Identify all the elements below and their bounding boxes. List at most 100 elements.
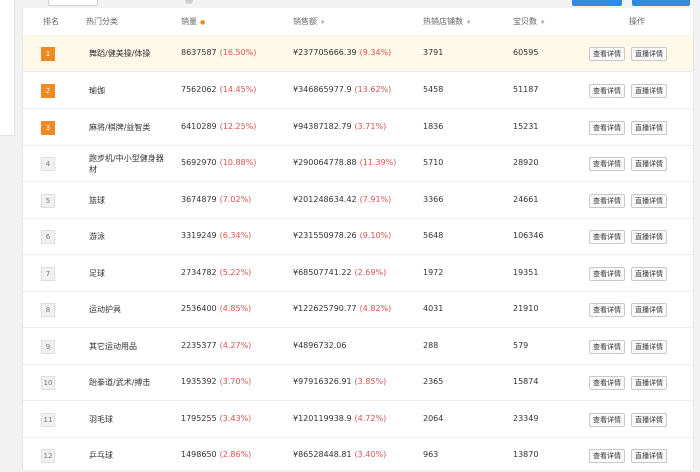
live-detail-button[interactable]: 直播详情 [631,340,667,354]
view-detail-button[interactable]: 查看详情 [589,449,625,463]
sales-percent: (4.27%) [219,341,252,350]
view-detail-button[interactable]: 查看详情 [589,267,625,281]
sort-active-icon[interactable]: ● [200,19,205,26]
sales-percent: (4.85%) [219,304,252,313]
header-items-label: 宝贝数 [513,17,537,26]
items-value: 23349 [513,414,539,423]
table-row: 10 跆拳道/武术/搏击 1935392 (3.70%) ¥97916326.91 (3.… [23,364,693,401]
table-row: 7 足球 2734782 (5.22%) ¥68507741.22 (2.69%) 1972… [23,255,693,292]
table-row: 9 其它运动用品 2235377 (4.27%) ¥4896732.06 288 579 查看… [23,328,693,365]
category-name: 麻将/棋牌/益智类 [89,123,151,132]
header-actions: 操作 [629,17,645,26]
revenue-percent: (13.62%) [354,85,392,94]
sales-percent: (14.45%) [219,85,257,94]
view-detail-button[interactable]: 查看详情 [589,413,625,427]
sales-cell: 7562062 (14.45%) [181,85,256,94]
revenue-cell: ¥97916326.91 (3.85%) [293,377,386,386]
header-revenue-label: 销售额 [293,17,317,26]
stores-value: 2365 [423,377,444,386]
view-detail-button[interactable]: 查看详情 [589,84,625,98]
sort-icon[interactable]: ♦ [466,19,471,26]
live-detail-button[interactable]: 直播详情 [631,376,667,390]
revenue-cell: ¥231550978.26 (9.10%) [293,231,391,240]
rank-badge: 7 [41,267,55,281]
sales-percent: (10.88%) [219,158,257,167]
revenue-value: ¥122625790.77 [293,304,357,313]
live-detail-button[interactable]: 直播详情 [631,194,667,208]
rank-badge: 3 [41,121,55,135]
category-name: 跆拳道/武术/搏击 [89,378,151,387]
revenue-cell: ¥86528448.81 (3.40%) [293,450,386,459]
sales-value: 1498650 [181,450,217,459]
items-value: 51187 [513,85,539,94]
revenue-percent: (3.40%) [354,450,387,459]
live-detail-button[interactable]: 直播详情 [631,230,667,244]
sales-cell: 3674879 (7.02%) [181,195,251,204]
revenue-value: ¥94387182.79 [293,122,352,131]
sales-percent: (16.50%) [219,48,257,57]
sales-value: 5692970 [181,158,217,167]
sort-icon[interactable]: ♦ [540,19,545,26]
top-select[interactable] [48,0,98,6]
header-revenue[interactable]: 销售额 ♦ [293,16,325,27]
category-name: 瑜伽 [89,86,105,95]
sales-value: 7562062 [181,85,217,94]
sales-percent: (6.34%) [219,231,252,240]
rank-badge: 9 [41,340,55,354]
header-stores[interactable]: 热销店铺数 ♦ [423,16,471,27]
rank-badge: 5 [41,194,55,208]
category-name: 其它运动用品 [89,342,137,351]
stores-value: 5458 [423,85,444,94]
category-name: 舞蹈/健美操/体操 [89,49,151,58]
view-detail-button[interactable]: 查看详情 [589,303,625,317]
revenue-value: ¥290064778.88 [293,158,357,167]
items-value: 28920 [513,158,539,167]
items-value: 13870 [513,450,539,459]
sales-cell: 3319249 (6.34%) [181,231,251,240]
revenue-cell: ¥237705666.39 (9.34%) [293,48,391,57]
header-stores-label: 热销店铺数 [423,17,463,26]
category-name: 足球 [89,269,105,278]
view-detail-button[interactable]: 查看详情 [589,340,625,354]
category-name: 游泳 [89,232,105,241]
header-sales[interactable]: 销量 ● [181,16,205,27]
header-sales-label: 销量 [181,17,197,26]
table-row: 3 麻将/棋牌/益智类 6410289 (12.25%) ¥94387182.79 (3.… [23,109,693,146]
live-detail-button[interactable]: 直播详情 [631,413,667,427]
live-detail-button[interactable]: 直播详情 [631,157,667,171]
table-row: 8 运动护具 2536400 (4.85%) ¥122625790.77 (4.82%) 4… [23,291,693,328]
sales-value: 3674879 [181,195,217,204]
sales-percent: (3.70%) [219,377,252,386]
view-detail-button[interactable]: 查看详情 [589,194,625,208]
sales-cell: 2536400 (4.85%) [181,304,251,313]
live-detail-button[interactable]: 直播详情 [631,303,667,317]
revenue-value: ¥97916326.91 [293,377,352,386]
items-value: 21910 [513,304,539,313]
table-row: 11 羽毛球 1795255 (3.43%) ¥120119938.9 (4.72%) 20… [23,401,693,438]
view-detail-button[interactable]: 查看详情 [589,157,625,171]
sales-cell: 8637587 (16.50%) [181,48,256,57]
header-rank: 排名 [43,17,59,26]
sort-icon[interactable]: ♦ [320,19,325,26]
items-value: 15874 [513,377,539,386]
header-items[interactable]: 宝贝数 ♦ [513,16,545,27]
revenue-cell: ¥4896732.06 [293,341,349,350]
stores-value: 3791 [423,48,444,57]
live-detail-button[interactable]: 直播详情 [631,449,667,463]
export-button[interactable] [572,0,622,6]
stores-value: 288 [423,341,439,350]
table-row: 12 乒乓球 1498650 (2.86%) ¥86528448.81 (3.40%) 96… [23,437,693,472]
view-detail-button[interactable]: 查看详情 [589,376,625,390]
sales-cell: 2734782 (5.22%) [181,268,251,277]
help-icon[interactable] [185,0,193,4]
sales-value: 2734782 [181,268,217,277]
view-detail-button[interactable]: 查看详情 [589,47,625,61]
view-detail-button[interactable]: 查看详情 [589,230,625,244]
live-detail-button[interactable]: 直播详情 [631,267,667,281]
revenue-percent: (4.72%) [354,414,387,423]
view-detail-button[interactable]: 查看详情 [589,121,625,135]
live-detail-button[interactable]: 直播详情 [631,84,667,98]
live-detail-button[interactable]: 直播详情 [631,47,667,61]
primary-button[interactable] [632,0,690,6]
live-detail-button[interactable]: 直播详情 [631,121,667,135]
